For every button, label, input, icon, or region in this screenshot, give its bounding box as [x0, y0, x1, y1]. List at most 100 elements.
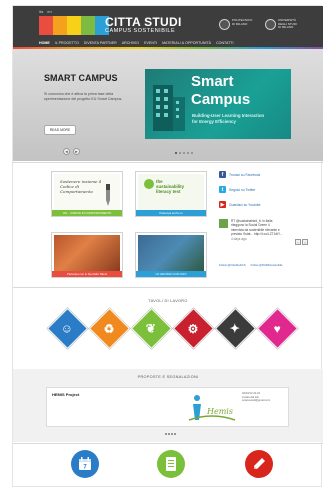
- read-more-button[interactable]: READ MORE: [44, 125, 76, 135]
- tile-image: the sustainability literacy test: [138, 174, 204, 210]
- banner-title-line1: Smart: [191, 73, 234, 90]
- logo-bar: [53, 16, 67, 35]
- tile-codice[interactable]: Sostenere insieme il Codice di Comportam…: [51, 171, 123, 217]
- youtube-link[interactable]: ▶ Guardaci su Youtube: [219, 201, 260, 208]
- pagination-dot[interactable]: [179, 152, 181, 154]
- recycle-icon: ♻: [104, 321, 115, 336]
- logo-bar: [39, 16, 53, 35]
- pagination-dot[interactable]: [183, 152, 185, 154]
- tile-image: [138, 235, 204, 271]
- pagination-dot[interactable]: [174, 433, 176, 435]
- unimi-logo-text[interactable]: UNIVERSITÀ DEGLI STUDI DI MILANO: [278, 18, 297, 30]
- tweet-time: 4 days ago: [231, 237, 247, 242]
- twitter-link[interactable]: t Seguici su Twitter: [219, 186, 256, 193]
- lang-it-link[interactable]: ita: [39, 9, 43, 14]
- facebook-label: Trovaci su Facebook: [229, 172, 261, 177]
- pagination-dot[interactable]: [168, 433, 170, 435]
- slider-next-icon[interactable]: ►: [73, 148, 80, 155]
- logo-title[interactable]: CITTA STUDI: [105, 15, 182, 29]
- follow-link-2[interactable]: Follow @PoliMi/sostenibile: [251, 264, 283, 267]
- slider-arrows: ◄ ►: [63, 148, 80, 155]
- gear-icon: ✦: [230, 321, 241, 336]
- tweet-avatar: [219, 219, 228, 228]
- table-tools[interactable]: ✦: [214, 307, 257, 350]
- document-button[interactable]: [157, 450, 185, 478]
- document-icon: [166, 457, 176, 471]
- proposal-sender: inviata dal sito sciansstudi@gmail.com: [242, 395, 271, 403]
- nav-item-contatti[interactable]: CONTATTI: [216, 41, 233, 45]
- tweet-prev-icon[interactable]: ‹: [295, 239, 301, 245]
- proposal-name[interactable]: HEMIS Project: [52, 392, 79, 397]
- site-header: ita en CITTA STUDI CAMPUS SOSTENIBILE PO…: [13, 6, 323, 48]
- bike-icon: ⚙: [188, 321, 199, 336]
- facebook-link[interactable]: f Trovaci su Facebook: [219, 171, 260, 178]
- hemis-logo-text: Hemis: [207, 407, 233, 416]
- youtube-label: Guardaci su Youtube: [229, 202, 261, 207]
- calendar-button[interactable]: 7: [71, 450, 99, 478]
- follow-links: Follow @CittaStudiCS Follow @PoliMi/sost…: [219, 264, 283, 267]
- slider-pagination: [175, 152, 193, 154]
- table-bike[interactable]: ⚙: [172, 307, 215, 350]
- pencil-icon: [254, 458, 265, 469]
- heart-icon: ♥: [273, 321, 282, 336]
- nav-item-materiali[interactable]: MATERIALI & OPPORTUNITÀ: [162, 41, 211, 45]
- divider: [13, 443, 323, 444]
- tile-sportello[interactable]: Partecipa con lo Sportello Talent: [51, 232, 123, 278]
- table-people[interactable]: ☺: [46, 307, 89, 350]
- tile-caption: LO GROSSO CON UNO: [136, 271, 206, 277]
- building-illustration-icon: [153, 85, 185, 131]
- pagination-dot[interactable]: [171, 433, 173, 435]
- tile-caption: Partecipa anche tu: [136, 210, 206, 216]
- banner-subtitle: Building-User Learning Interaction for E…: [192, 113, 264, 124]
- pagination-dot[interactable]: [191, 152, 193, 154]
- unimi-seal-icon: [265, 19, 276, 30]
- follow-link-1[interactable]: Follow @CittaStudiCS: [219, 264, 246, 267]
- smart-campus-banner[interactable]: Smart Campus Building-User Learning Inte…: [145, 69, 291, 139]
- tweet-next-icon[interactable]: ›: [302, 239, 308, 245]
- nav-item-eventi[interactable]: EVENTI: [144, 41, 157, 45]
- polimi-logo-text[interactable]: POLITECNICO DI MILANO: [232, 18, 252, 26]
- tile-caption: Partecipa con lo Sportello Talent: [52, 271, 122, 277]
- tile-literacy-test[interactable]: the sustainability literacy test Parteci…: [135, 171, 207, 217]
- hero-slider: SMART CAMPUS Si comunica che è attiva la…: [13, 49, 323, 161]
- twitter-label: Seguici su Twitter: [229, 187, 256, 192]
- pagination-dot[interactable]: [175, 152, 177, 154]
- logo-bar: [81, 16, 95, 35]
- table-health[interactable]: ♥: [256, 307, 299, 350]
- logo-color-bars[interactable]: [39, 16, 109, 35]
- page: ita en CITTA STUDI CAMPUS SOSTENIBILE PO…: [12, 5, 323, 487]
- hero-title: SMART CAMPUS: [44, 73, 118, 83]
- table-recycle[interactable]: ♻: [88, 307, 131, 350]
- language-switcher: ita en: [39, 9, 52, 14]
- banner-subtitle-line1: Building-User Learning Interaction: [192, 113, 265, 118]
- pagination-dot[interactable]: [187, 152, 189, 154]
- divider: [13, 287, 323, 288]
- lang-en-link[interactable]: en: [47, 9, 51, 14]
- leaf-icon: ❦: [146, 321, 157, 336]
- tweet-nav: ‹ ›: [295, 239, 308, 245]
- polimi-seal-icon: [219, 19, 230, 30]
- nav-item-partner[interactable]: DIVENTA PARTNER: [84, 41, 117, 45]
- slider-prev-icon[interactable]: ◄: [63, 148, 70, 155]
- pencil-button[interactable]: [245, 450, 273, 478]
- tile-event[interactable]: LO GROSSO CON UNO: [135, 232, 207, 278]
- table-leaf[interactable]: ❦: [130, 307, 173, 350]
- literacy-title: the sustainability literacy test: [156, 179, 184, 194]
- nav-item-archivio[interactable]: ARCHIVIO: [122, 41, 139, 45]
- people-icon: ☺: [61, 321, 74, 336]
- pagination-dot[interactable]: [165, 433, 167, 435]
- banner-title-line2: Campus: [191, 91, 251, 108]
- youtube-icon: ▶: [219, 201, 226, 208]
- nav-item-home[interactable]: HOME: [39, 41, 50, 45]
- tweet-text: RT @sustainabled_it: in Italia riteggono…: [231, 219, 283, 241]
- hero-text: Si comunica che è attiva la prima fase d…: [44, 92, 123, 101]
- divider: [13, 162, 323, 163]
- logo-bar: [67, 16, 81, 35]
- twitter-icon: t: [219, 186, 226, 193]
- banner-subtitle-line2: for Energy Efficiency: [192, 118, 236, 124]
- pen-icon: [106, 184, 110, 206]
- proposal-card[interactable]: HEMIS Project Hemis 02/04/13 22:22 invia…: [46, 387, 289, 427]
- proposals-pagination: [165, 433, 176, 435]
- nav-item-progetto[interactable]: IL PROGETTO: [55, 41, 79, 45]
- main-nav: HOME IL PROGETTO DIVENTA PARTNER ARCHIVI…: [39, 41, 234, 45]
